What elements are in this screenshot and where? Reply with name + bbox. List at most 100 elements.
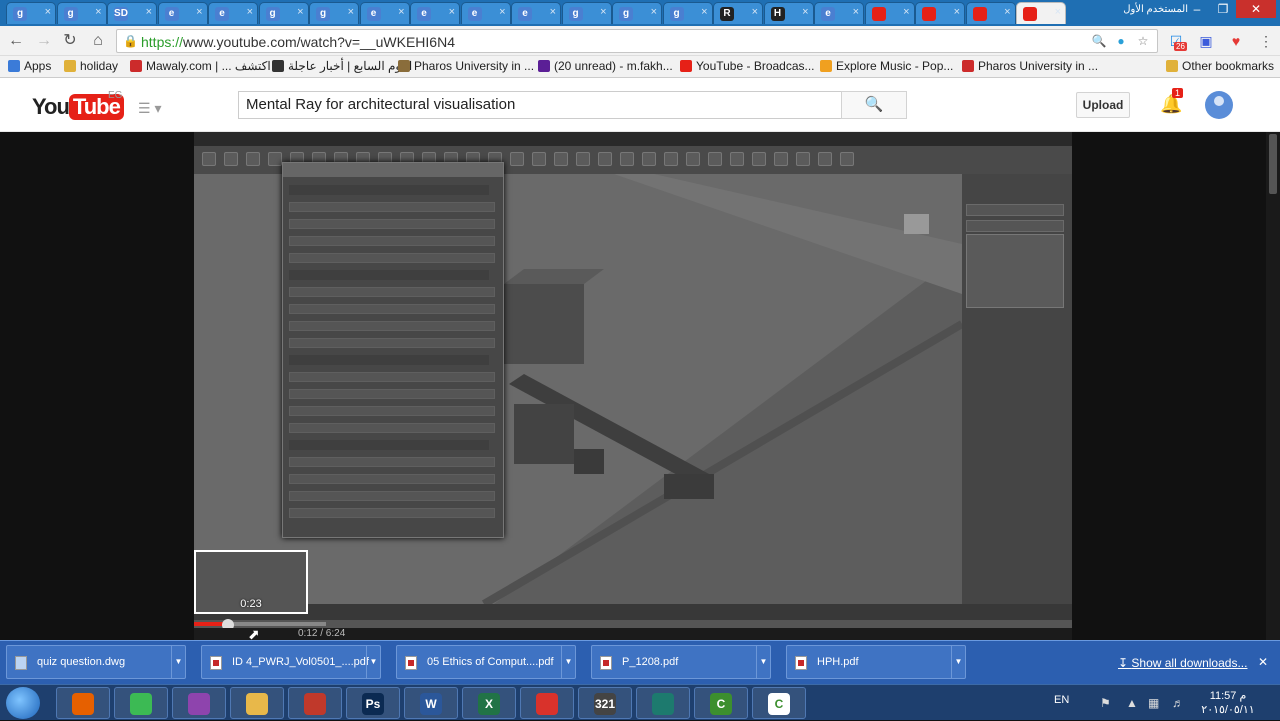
volume-icon[interactable]: ♬	[1172, 696, 1184, 710]
bookmark-item[interactable]: Mawaly.com | ... اكتشف	[130, 59, 271, 73]
search-button[interactable]: 🔍	[841, 91, 907, 119]
close-tab-icon[interactable]: ×	[701, 6, 707, 18]
browser-tab[interactable]: e ×	[814, 2, 864, 24]
close-tab-icon[interactable]: ×	[752, 6, 758, 18]
browser-tab[interactable]: ×	[965, 2, 1016, 24]
search-input[interactable]: Mental Ray for architectural visualisati…	[238, 91, 842, 119]
start-button[interactable]	[6, 687, 40, 719]
browser-tab[interactable]: g ×	[6, 2, 56, 24]
taskbar-app-button[interactable]	[636, 687, 690, 719]
taskbar-app-button[interactable]: 321	[578, 687, 632, 719]
bookmark-item[interactable]: Pharos University in ...	[962, 59, 1098, 73]
browser-tab[interactable]: e ×	[208, 2, 258, 24]
browser-tab[interactable]: ×	[1016, 2, 1066, 24]
close-tab-icon[interactable]: ×	[499, 6, 505, 18]
upload-button[interactable]: Upload	[1076, 92, 1130, 118]
panel-name-field[interactable]	[966, 204, 1064, 216]
download-menu-arrow-icon[interactable]: ▼	[756, 646, 770, 678]
close-window-button[interactable]: ✕	[1236, 0, 1276, 18]
download-item[interactable]: HPH.pdf ▼	[786, 645, 966, 679]
download-item[interactable]: quiz question.dwg ▼	[6, 645, 186, 679]
download-item[interactable]: P_1208.pdf ▼	[591, 645, 771, 679]
menu-icon[interactable]: ⋮	[1256, 31, 1276, 51]
browser-tab[interactable]: g ×	[662, 2, 713, 24]
address-bar[interactable]: 🔒 https://www.youtube.com/watch?v=__uWKE…	[116, 29, 1158, 53]
close-tab-icon[interactable]: ×	[95, 6, 101, 18]
browser-tab[interactable]: g ×	[309, 2, 359, 24]
taskbar-app-button[interactable]	[56, 687, 110, 719]
close-tab-icon[interactable]: ×	[550, 6, 556, 18]
scrollbar-thumb[interactable]	[1269, 134, 1277, 194]
close-tab-icon[interactable]: ×	[1055, 6, 1061, 18]
close-tab-icon[interactable]: ×	[802, 6, 808, 18]
browser-tab[interactable]: e ×	[157, 2, 208, 24]
close-tab-icon[interactable]: ×	[853, 6, 859, 18]
bookmark-item[interactable]: holiday	[64, 59, 118, 73]
extension-window-icon[interactable]: ▣	[1196, 31, 1216, 51]
taskbar-app-button[interactable]	[230, 687, 284, 719]
browser-tab[interactable]: ×	[864, 2, 915, 24]
browser-tab[interactable]: g ×	[258, 2, 309, 24]
browser-tab[interactable]: e ×	[460, 2, 511, 24]
network-icon[interactable]: ▲	[1126, 696, 1138, 710]
close-tab-icon[interactable]: ×	[449, 6, 455, 18]
bookmark-item[interactable]: (20 unread) - m.fakh...	[538, 59, 673, 73]
browser-tab[interactable]: SD ×	[107, 2, 157, 24]
extension-icon[interactable]: ●	[1113, 33, 1129, 49]
close-downloads-icon[interactable]: ✕	[1258, 655, 1268, 669]
close-tab-icon[interactable]: ×	[297, 6, 303, 18]
taskbar-app-button[interactable]: C	[694, 687, 748, 719]
download-menu-arrow-icon[interactable]: ▼	[171, 646, 185, 678]
browser-tab[interactable]: e ×	[511, 2, 561, 24]
window-user-name[interactable]: المستخدم الأول	[1123, 4, 1188, 15]
close-tab-icon[interactable]: ×	[398, 6, 404, 18]
download-item[interactable]: 05 Ethics of Comput....pdf ▼	[396, 645, 576, 679]
close-tab-icon[interactable]: ×	[651, 6, 657, 18]
forward-icon[interactable]: →	[34, 31, 54, 51]
close-tab-icon[interactable]: ×	[954, 6, 960, 18]
account-avatar[interactable]	[1205, 91, 1233, 119]
close-tab-icon[interactable]: ×	[903, 6, 909, 18]
taskbar-app-button[interactable]: X	[462, 687, 516, 719]
bookmark-item[interactable]: Pharos University in ...	[398, 59, 534, 73]
taskbar-app-button[interactable]	[288, 687, 342, 719]
taskbar-app-button[interactable]	[114, 687, 168, 719]
browser-tab[interactable]: g ×	[56, 2, 107, 24]
taskbar-app-button[interactable]: Ps	[346, 687, 400, 719]
browser-tab[interactable]: R ×	[713, 2, 763, 24]
video-player[interactable]: 0:23	[194, 132, 1072, 640]
system-clock[interactable]: 11:57 م ٢٠١٥/٠٥/١١	[1196, 689, 1260, 717]
taskbar-app-button[interactable]: W	[404, 687, 458, 719]
restore-button[interactable]: ❐	[1210, 0, 1236, 18]
close-tab-icon[interactable]: ×	[196, 6, 202, 18]
flag-icon[interactable]: ⚑	[1100, 696, 1111, 710]
other-bookmarks[interactable]: Other bookmarks	[1166, 59, 1274, 73]
taskbar-app-button[interactable]: C	[752, 687, 806, 719]
panel-list-field[interactable]	[966, 220, 1064, 232]
taskbar-app-button[interactable]	[520, 687, 574, 719]
bookmark-item[interactable]: Apps	[8, 59, 51, 73]
bookmark-item[interactable]: YouTube - Broadcas...	[680, 59, 815, 73]
browser-tab[interactable]: e ×	[410, 2, 460, 24]
browser-tab[interactable]: ×	[915, 2, 965, 24]
signal-icon[interactable]: ▦	[1148, 696, 1159, 710]
close-tab-icon[interactable]: ×	[600, 6, 606, 18]
page-scrollbar[interactable]	[1266, 132, 1280, 640]
minimize-button[interactable]: –	[1184, 0, 1210, 18]
download-menu-arrow-icon[interactable]: ▼	[561, 646, 575, 678]
bookmark-item[interactable]: Explore Music - Pop...	[820, 59, 953, 73]
download-menu-arrow-icon[interactable]: ▼	[366, 646, 380, 678]
browser-tab[interactable]: H ×	[763, 2, 814, 24]
extension-heart-icon[interactable]: ♥	[1226, 31, 1246, 51]
bookmark-item[interactable]: اليوم السابع | أخبار عاجلة	[272, 59, 412, 73]
notifications-bell-icon[interactable]: 🔔 1	[1160, 88, 1184, 115]
star-icon[interactable]: ☆	[1135, 33, 1151, 49]
download-item[interactable]: ID 4_PWRJ_Vol0501_....pdf ▼	[201, 645, 381, 679]
close-tab-icon[interactable]: ×	[1004, 6, 1010, 18]
close-tab-icon[interactable]: ×	[45, 6, 51, 18]
youtube-logo[interactable]: You Tube EG	[32, 90, 124, 120]
show-all-downloads-link[interactable]: ↧ Show all downloads...	[1118, 656, 1247, 670]
language-indicator[interactable]: EN	[1054, 694, 1069, 706]
close-tab-icon[interactable]: ×	[348, 6, 354, 18]
browser-tab[interactable]: g ×	[612, 2, 662, 24]
